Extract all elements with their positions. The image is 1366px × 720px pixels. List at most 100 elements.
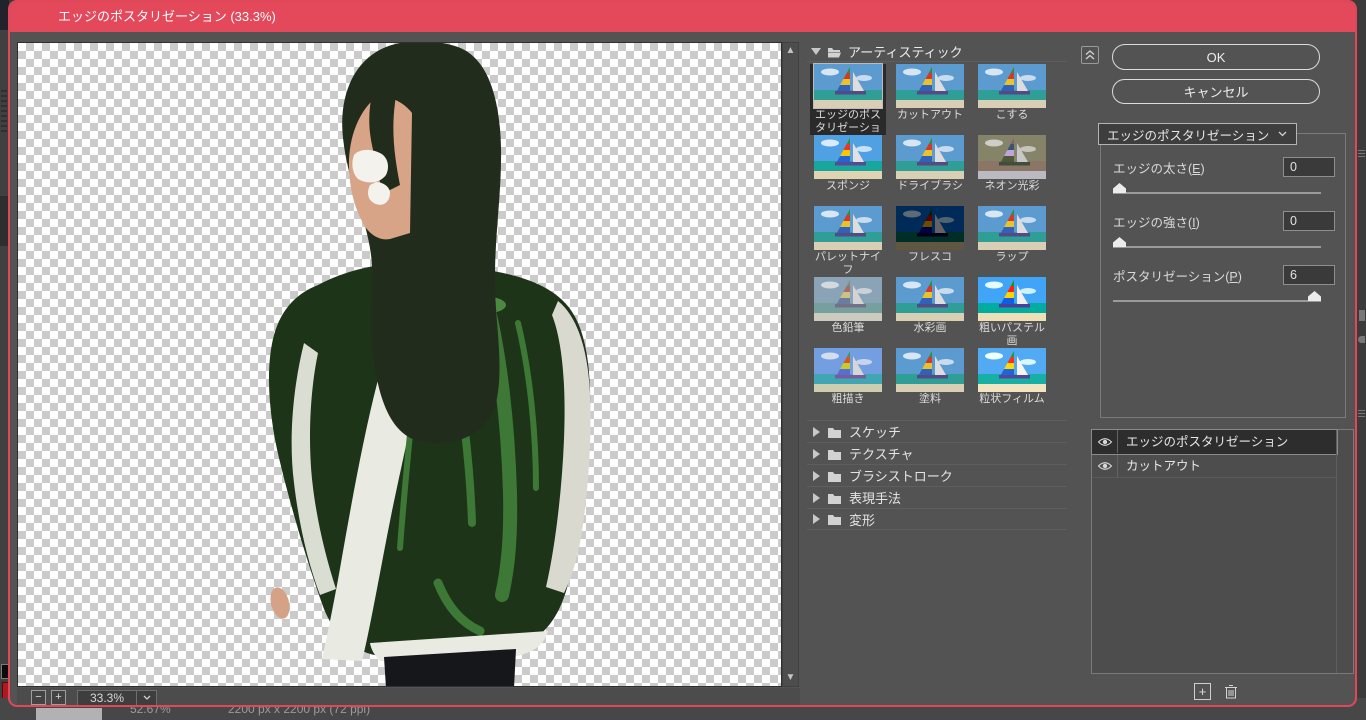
effect-list-scrollbar-gutter[interactable]: [1336, 430, 1353, 673]
visibility-toggle[interactable]: [1092, 430, 1118, 453]
eye-icon: [1097, 461, 1113, 471]
preview-vertical-scrollbar[interactable]: ▲ ▼: [782, 42, 799, 687]
folder-icon: [827, 426, 842, 438]
effect-layer-label: エッジのポスタリゼーション: [1118, 430, 1337, 453]
filter-label: 粗いパステル画: [974, 322, 1050, 348]
filter-item[interactable]: ネオン光彩: [974, 135, 1050, 206]
slider-row: エッジの太さ(E)0: [1113, 156, 1321, 194]
triangle-collapsed-icon: [813, 514, 820, 524]
slider-track[interactable]: [1113, 192, 1321, 194]
slider-row: ポスタリゼーション(P)6: [1113, 264, 1321, 302]
filter-label: ラップ: [974, 251, 1050, 264]
visibility-toggle[interactable]: [1092, 454, 1118, 477]
slider-value-input[interactable]: 6: [1283, 265, 1335, 285]
filter-item[interactable]: こする: [974, 64, 1050, 135]
slider-track[interactable]: [1113, 246, 1321, 248]
filter-preview-canvas[interactable]: [17, 42, 782, 687]
delete-effect-layer-button[interactable]: [1222, 683, 1239, 700]
filter-item[interactable]: フレスコ: [892, 206, 968, 277]
category-row[interactable]: ブラシストローク: [807, 464, 1067, 486]
category-row[interactable]: テクスチャ: [807, 442, 1067, 464]
category-row[interactable]: 変形: [807, 508, 1067, 530]
zoom-level-value: 33.3%: [78, 691, 136, 705]
double-chevron-up-icon: [1085, 50, 1095, 60]
filter-label: 粒状フィルム: [974, 393, 1050, 406]
filter-label: こする: [974, 109, 1050, 122]
category-label: アーティスティック: [848, 42, 963, 61]
new-effect-layer-button[interactable]: +: [1194, 683, 1211, 700]
filter-item[interactable]: 色鉛筆: [810, 277, 886, 348]
chevron-down-icon: [1278, 131, 1287, 137]
panel-menu-icon: [1358, 150, 1365, 157]
category-label: ブラシストローク: [849, 466, 953, 485]
panel-menu-icon: [1358, 410, 1365, 417]
filter-label: フレスコ: [892, 251, 968, 264]
filter-item[interactable]: 粗いパステル画: [974, 277, 1050, 348]
filter-item[interactable]: 粒状フィルム: [974, 348, 1050, 419]
effect-layer-row[interactable]: カットアウト: [1092, 454, 1337, 478]
trash-icon: [1224, 684, 1238, 699]
filter-thumbnail: [896, 206, 964, 250]
effect-layer-row[interactable]: エッジのポスタリゼーション: [1092, 430, 1337, 454]
folder-icon: [827, 492, 842, 504]
ok-button[interactable]: OK: [1112, 44, 1320, 70]
scroll-up-icon[interactable]: ▲: [783, 43, 798, 59]
filter-item[interactable]: 水彩画: [892, 277, 968, 348]
filters-grid: エッジのポスタリゼーションカットアウトこするスポンジドライブラシネオン光彩パレッ…: [810, 64, 1050, 419]
category-artistic-header[interactable]: アーティスティック: [807, 42, 1067, 62]
open-folder-icon: [827, 46, 842, 58]
chevron-down-icon[interactable]: [136, 691, 156, 705]
filter-label: スポンジ: [810, 180, 886, 193]
slider-label: エッジの強さ(I): [1113, 212, 1283, 231]
filter-thumbnail: [978, 206, 1046, 250]
filter-select-dropdown[interactable]: エッジのポスタリゼーション: [1098, 123, 1297, 145]
slider-thumb[interactable]: [1113, 237, 1126, 247]
slider-row: エッジの強さ(I)0: [1113, 210, 1321, 248]
filter-label: カットアウト: [892, 109, 968, 122]
slider-value-input[interactable]: 0: [1283, 211, 1335, 231]
filter-item[interactable]: カットアウト: [892, 64, 968, 135]
filter-item[interactable]: 粗描き: [810, 348, 886, 419]
slider-label: エッジの太さ(E): [1113, 158, 1283, 177]
background-toolbar-grip: [1, 90, 7, 132]
collapse-thumbnails-button[interactable]: [1081, 46, 1099, 64]
category-row[interactable]: スケッチ: [807, 420, 1067, 442]
triangle-expanded-icon: [811, 48, 821, 55]
cancel-button[interactable]: キャンセル: [1112, 79, 1320, 104]
slider-value-input[interactable]: 0: [1283, 157, 1335, 177]
filter-item[interactable]: エッジのポスタリゼーション: [810, 64, 886, 135]
filter-label: 塗料: [892, 393, 968, 406]
filter-item[interactable]: ラップ: [974, 206, 1050, 277]
zoom-level-dropdown[interactable]: 33.3%: [77, 690, 157, 706]
triangle-collapsed-icon: [813, 427, 820, 437]
dialog-title: エッジのポスタリゼーション (33.3%): [58, 9, 276, 24]
eye-icon: [1097, 437, 1113, 447]
folder-icon: [827, 448, 842, 460]
triangle-collapsed-icon: [813, 471, 820, 481]
slider-thumb[interactable]: [1113, 183, 1126, 193]
filter-thumbnail: [978, 64, 1046, 108]
filter-thumbnail: [978, 277, 1046, 321]
zoom-out-button[interactable]: −: [31, 690, 46, 705]
folder-icon: [827, 513, 842, 525]
dialog-right-panel: OK キャンセル エッジのポスタリゼーション エッジの太さ(E)0エッジの強さ(…: [1075, 38, 1357, 707]
category-row[interactable]: 表現手法: [807, 486, 1067, 508]
slider-thumb[interactable]: [1308, 291, 1321, 301]
scroll-down-icon[interactable]: ▼: [783, 670, 798, 686]
filter-label: 色鉛筆: [810, 322, 886, 335]
filter-item[interactable]: 塗料: [892, 348, 968, 419]
triangle-collapsed-icon: [813, 449, 820, 459]
dialog-title-bar[interactable]: エッジのポスタリゼーション (33.3%): [10, 2, 1355, 32]
filter-item[interactable]: スポンジ: [810, 135, 886, 206]
filter-thumbnail: [896, 277, 964, 321]
category-label: 表現手法: [849, 488, 901, 507]
filter-thumbnail: [978, 135, 1046, 179]
filter-item[interactable]: ドライブラシ: [892, 135, 968, 206]
slider-track[interactable]: [1113, 300, 1321, 302]
zoom-in-button[interactable]: +: [51, 690, 66, 705]
preview-artwork: [18, 43, 782, 687]
filter-thumbnail: [814, 206, 882, 250]
filter-thumbnail: [814, 348, 882, 392]
filter-item[interactable]: パレットナイフ: [810, 206, 886, 277]
filter-thumbnail: [814, 135, 882, 179]
